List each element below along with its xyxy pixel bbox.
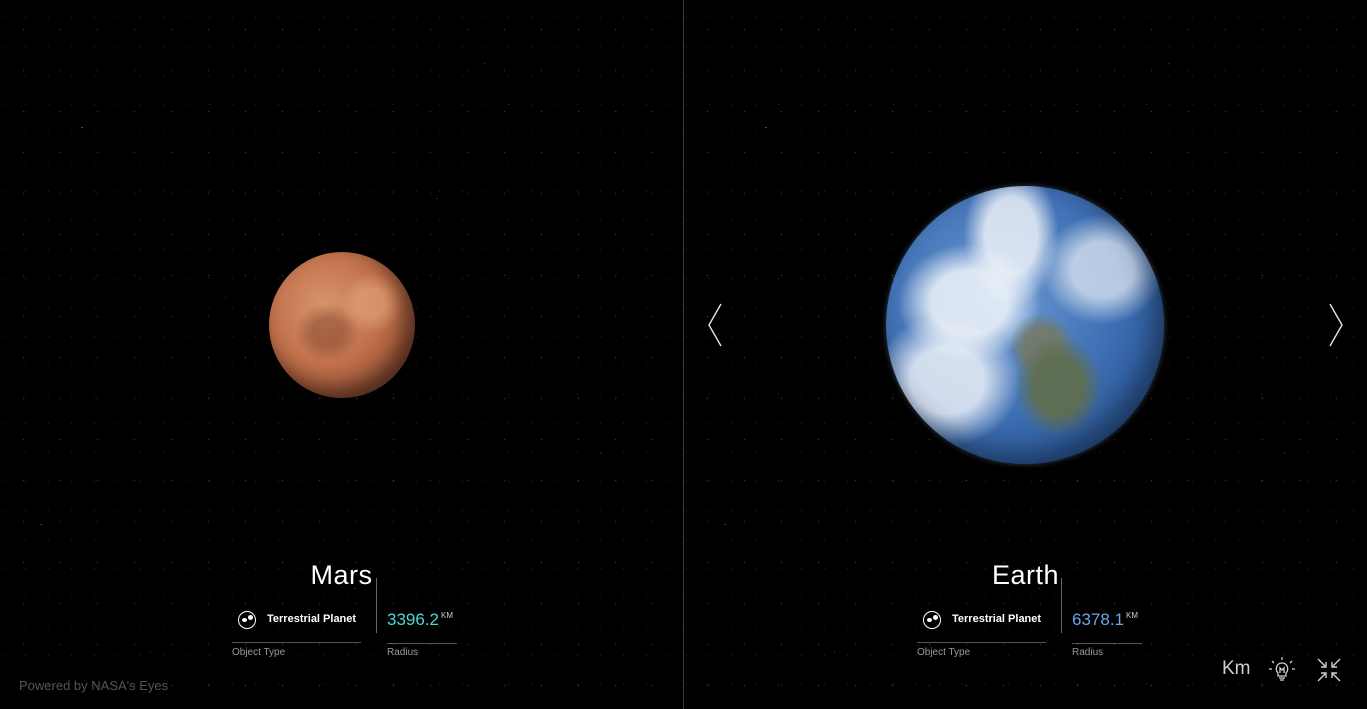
radius-value: 6378.1 KM: [1072, 610, 1138, 630]
chevron-right-icon[interactable]: [1327, 302, 1345, 348]
radius-number: 6378.1: [1072, 610, 1124, 629]
object-type-value: Terrestrial Planet: [952, 613, 1042, 625]
planet-name: Earth: [991, 560, 1060, 590]
radius-unit: KM: [441, 611, 453, 620]
info-separator: [1061, 578, 1062, 633]
chevron-left-icon[interactable]: [706, 302, 724, 348]
object-type-caption: Object Type: [917, 647, 971, 658]
terrestrial-planet-icon: [923, 611, 941, 629]
planet-name: Mars: [310, 560, 373, 590]
divider: [1072, 643, 1142, 644]
object-type-caption: Object Type: [232, 647, 286, 658]
divider: [232, 642, 361, 643]
terrestrial-planet-icon: [238, 611, 256, 629]
divider: [387, 643, 457, 644]
radius-caption: Radius: [1072, 647, 1104, 658]
powered-by-label[interactable]: Powered by NASA's Eyes: [19, 678, 168, 693]
lightbulb-icon[interactable]: [1268, 656, 1296, 684]
units-toggle[interactable]: Km: [1222, 658, 1251, 680]
radius-number: 3396.2: [387, 610, 439, 629]
collapse-icon[interactable]: [1315, 656, 1343, 684]
object-type-block: Terrestrial Planet Object Type: [917, 605, 1046, 658]
right-planet-pane: Earth Terrestrial Planet Object Type 637…: [684, 0, 1367, 709]
radius-block: 3396.2 KM Radius: [387, 605, 459, 658]
object-type-value: Terrestrial Planet: [267, 613, 357, 625]
object-type-block: Terrestrial Planet Object Type: [232, 605, 361, 658]
left-planet-pane: Mars Terrestrial Planet Object Type 3396…: [0, 0, 683, 709]
radius-value: 3396.2 KM: [387, 610, 453, 630]
info-separator: [376, 578, 377, 633]
radius-caption: Radius: [387, 647, 419, 658]
mars-globe[interactable]: [269, 252, 415, 398]
radius-unit: KM: [1126, 611, 1138, 620]
divider: [917, 642, 1046, 643]
earth-globe[interactable]: [886, 186, 1164, 464]
radius-block: 6378.1 KM Radius: [1072, 605, 1144, 658]
